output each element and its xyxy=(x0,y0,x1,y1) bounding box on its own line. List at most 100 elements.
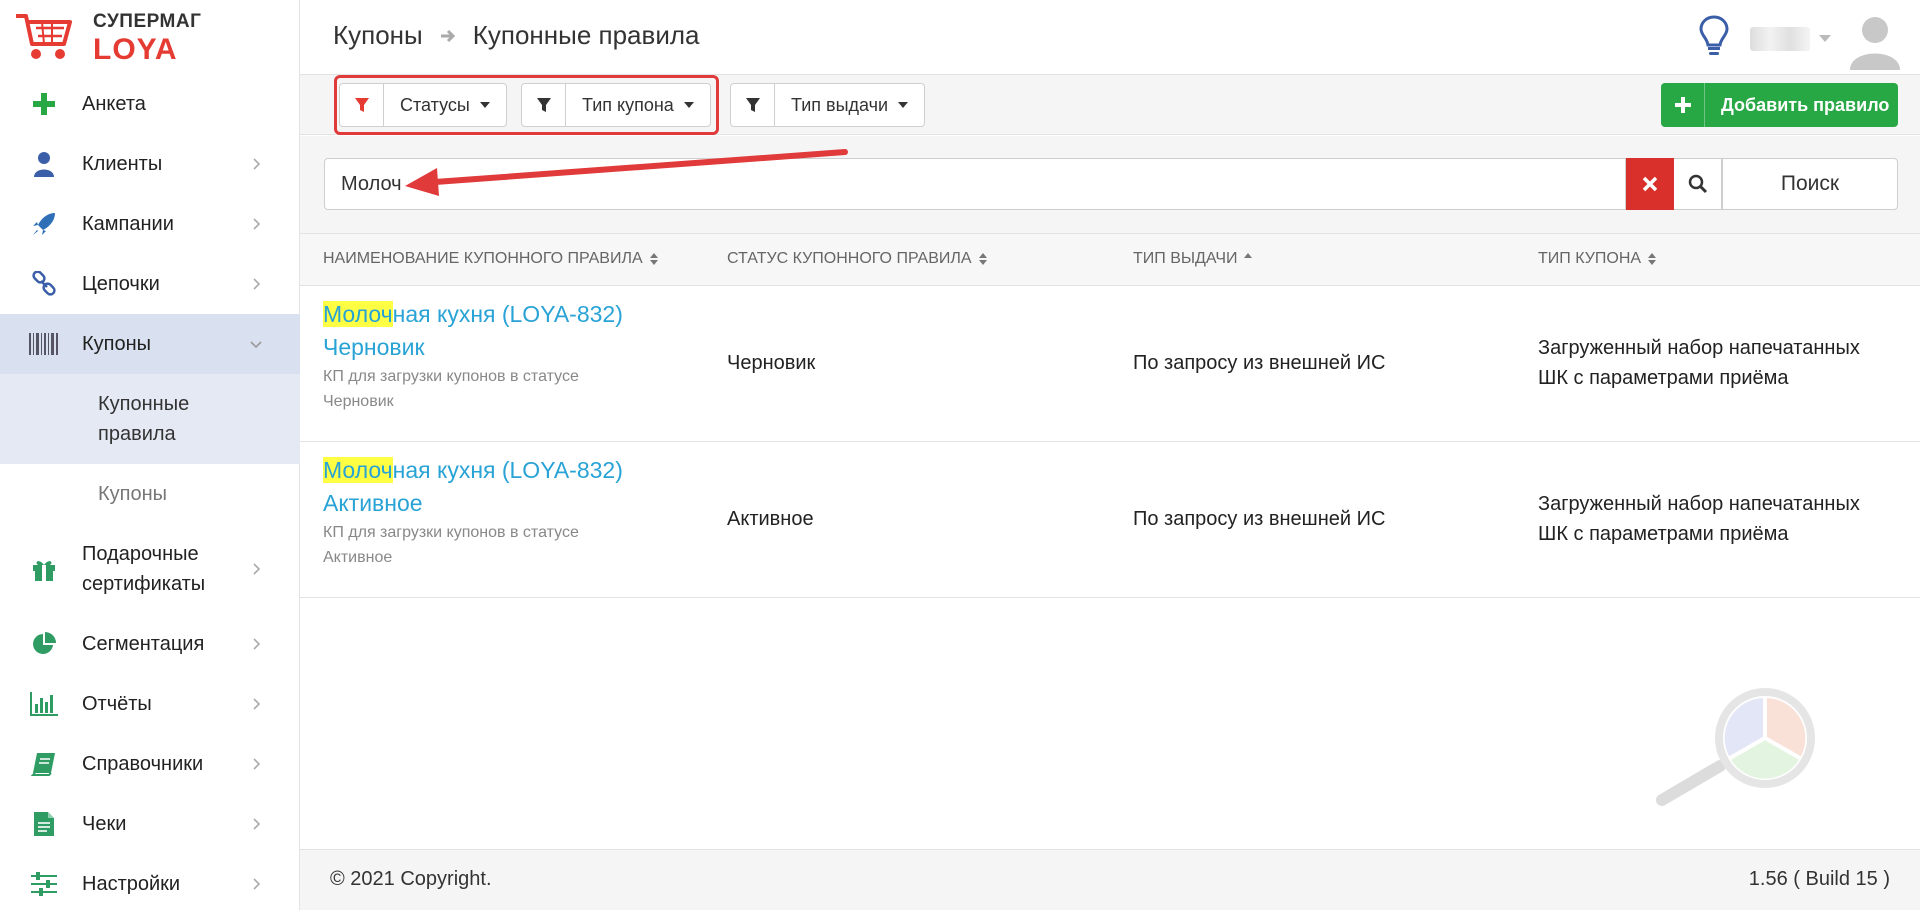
sidebar-item-label: Настройки xyxy=(82,873,181,895)
column-header-label: НАИМЕНОВАНИЕ КУПОННОГО ПРАВИЛА xyxy=(323,250,643,267)
annotation-highlight-box xyxy=(334,75,719,135)
sidebar-item-reports[interactable]: Отчёты xyxy=(0,674,300,734)
gift-icon xyxy=(28,553,60,585)
rule-issue-type: По запросу из внешней ИС xyxy=(1133,352,1386,374)
sidebar-subitem-label: Купонные правила xyxy=(98,393,190,445)
rule-name-link[interactable]: Молочная кухня (LOYA-832) xyxy=(323,454,703,487)
sort-asc-icon xyxy=(1244,253,1253,258)
column-header-label: СТАТУС КУПОННОГО ПРАВИЛА xyxy=(727,250,972,267)
filter-label: Тип выдачи xyxy=(791,94,889,115)
rule-name-line2[interactable]: Активное xyxy=(323,487,703,520)
rule-description: Активное xyxy=(323,549,393,566)
rule-description: Черновик xyxy=(323,393,394,410)
sidebar-item-label: Цепочки xyxy=(82,273,160,295)
search-button[interactable]: Поиск xyxy=(1722,158,1898,210)
search-match-highlight: Молоч xyxy=(323,457,393,483)
chevron-right-icon xyxy=(253,878,261,890)
sidebar-item-references[interactable]: Справочники xyxy=(0,734,300,794)
sidebar-item-receipts[interactable]: Чеки xyxy=(0,794,300,854)
arrow-right-icon xyxy=(440,29,455,42)
breadcrumb-parent[interactable]: Купоны xyxy=(333,20,423,51)
sidebar-item-label: Клиенты xyxy=(82,153,163,175)
page-title: Купонные правила xyxy=(472,20,700,50)
table-header: НАИМЕНОВАНИЕ КУПОННОГО ПРАВИЛА СТАТУС КУ… xyxy=(300,234,1920,286)
pie-chart-icon xyxy=(28,628,60,660)
sidebar-item-label: Отчёты xyxy=(82,693,152,715)
sidebar-item-coupons[interactable]: Купоны xyxy=(0,314,300,374)
plus-icon xyxy=(28,88,60,120)
filter-issue-type[interactable]: Тип выдачи xyxy=(730,83,926,127)
avatar[interactable] xyxy=(1845,10,1905,70)
magnifier-pie-watermark-icon xyxy=(1656,688,1815,806)
chevron-right-icon xyxy=(253,818,261,830)
sort-icon xyxy=(1648,253,1657,265)
chevron-right-icon xyxy=(253,158,261,170)
sidebar-item-segmentation[interactable]: Сегментация xyxy=(0,614,300,674)
chain-icon xyxy=(28,268,60,300)
chevron-right-icon xyxy=(253,758,261,770)
sidebar-item-clients[interactable]: Клиенты xyxy=(0,134,300,194)
sidebar-item-settings[interactable]: Настройки xyxy=(0,854,300,910)
rule-description: КП для загрузки купонов в статусе xyxy=(323,368,579,385)
search-icon-button[interactable] xyxy=(1674,158,1722,210)
column-header-label: ТИП КУПОНА xyxy=(1538,250,1642,267)
column-header-name[interactable]: НАИМЕНОВАНИЕ КУПОННОГО ПРАВИЛА xyxy=(323,250,659,268)
add-rule-label: Добавить правило xyxy=(1721,94,1890,115)
rule-name-cell: Молочная кухня (LOYA-832) Черновик КП дл… xyxy=(323,298,703,414)
bar-chart-icon xyxy=(28,688,60,720)
sidebar-item-chains[interactable]: Цепочки xyxy=(0,254,300,314)
copyright-text: © 2021 Copyright. xyxy=(330,868,492,890)
clear-search-button[interactable] xyxy=(1626,158,1674,210)
table-row: Молочная кухня (LOYA-832) Активное КП дл… xyxy=(300,442,1920,598)
sliders-icon xyxy=(28,868,60,900)
top-header: Купоны Купонные правила xyxy=(300,0,1920,75)
coupon-type-text: Загруженный набор напечатанных xyxy=(1538,493,1860,515)
filter-icon[interactable] xyxy=(731,84,775,126)
rule-name-text: ная кухня (LOYA-832) xyxy=(392,301,623,327)
coupon-type-text: Загруженный набор напечатанных xyxy=(1538,337,1860,359)
sort-icon xyxy=(649,253,658,265)
sidebar: СУПЕРМАГ LOYA Анкета Клиенты Кампании Це… xyxy=(0,0,300,910)
breadcrumb: Купоны Купонные правила xyxy=(333,20,699,51)
column-header-status[interactable]: СТАТУС КУПОННОГО ПРАВИЛА xyxy=(727,250,988,268)
sidebar-subitem-coupon-rules[interactable]: Купонные правила xyxy=(0,374,300,464)
filter-issue-type-dropdown[interactable]: Тип выдачи xyxy=(775,84,924,126)
column-header-label: ТИП ВЫДАЧИ xyxy=(1133,250,1238,267)
footer: © 2021 Copyright. 1.56 ( Build 15 ) xyxy=(300,849,1920,910)
rule-coupon-type: Загруженный набор напечатанных ШК с пара… xyxy=(1538,489,1908,549)
search-match-highlight: Молоч xyxy=(323,301,393,327)
rule-name-line2[interactable]: Черновик xyxy=(323,331,703,364)
sidebar-subitem-coupons[interactable]: Купоны xyxy=(0,464,300,524)
column-header-coupon-type[interactable]: ТИП КУПОНА xyxy=(1538,250,1657,268)
rule-status: Черновик xyxy=(727,352,816,374)
sidebar-item-label: Кампании xyxy=(82,213,174,235)
table-row: Молочная кухня (LOYA-832) Черновик КП дл… xyxy=(300,286,1920,442)
add-rule-button[interactable]: Добавить правило xyxy=(1661,83,1898,127)
sidebar-item-anketa[interactable]: Анкета xyxy=(0,74,300,134)
chevron-right-icon xyxy=(253,563,261,575)
rule-status: Активное xyxy=(727,508,814,530)
coupon-type-text: ШК с параметрами приёма xyxy=(1538,367,1789,389)
rule-description: КП для загрузки купонов в статусе xyxy=(323,524,579,541)
column-header-issue-type[interactable]: ТИП ВЫДАЧИ xyxy=(1133,250,1253,268)
logo[interactable]: СУПЕРМАГ LOYA xyxy=(0,0,300,74)
chevron-right-icon xyxy=(253,278,261,290)
rule-name-link[interactable]: Молочная кухня (LOYA-832) xyxy=(323,298,703,331)
rule-issue-type: По запросу из внешней ИС xyxy=(1133,508,1386,530)
caret-down-icon[interactable] xyxy=(1819,35,1831,43)
sidebar-item-label: Чеки xyxy=(82,813,127,835)
sidebar-item-label: Справочники xyxy=(82,753,204,775)
receipt-icon xyxy=(28,808,60,840)
search-icon xyxy=(1688,174,1707,194)
user-name-blurred[interactable] xyxy=(1750,27,1810,51)
brand-name-bottom: LOYA xyxy=(93,33,178,66)
lightbulb-icon[interactable] xyxy=(1698,14,1730,58)
barcode-icon xyxy=(28,328,60,360)
chevron-right-icon xyxy=(253,638,261,650)
sidebar-item-campaigns[interactable]: Кампании xyxy=(0,194,300,254)
sidebar-item-gift-certificates[interactable]: Подарочные сертификаты xyxy=(0,524,300,614)
cart-logo-icon xyxy=(16,14,72,59)
rule-coupon-type: Загруженный набор напечатанных ШК с пара… xyxy=(1538,333,1908,393)
sort-icon xyxy=(978,253,987,265)
version-text: 1.56 ( Build 15 ) xyxy=(1748,868,1890,890)
